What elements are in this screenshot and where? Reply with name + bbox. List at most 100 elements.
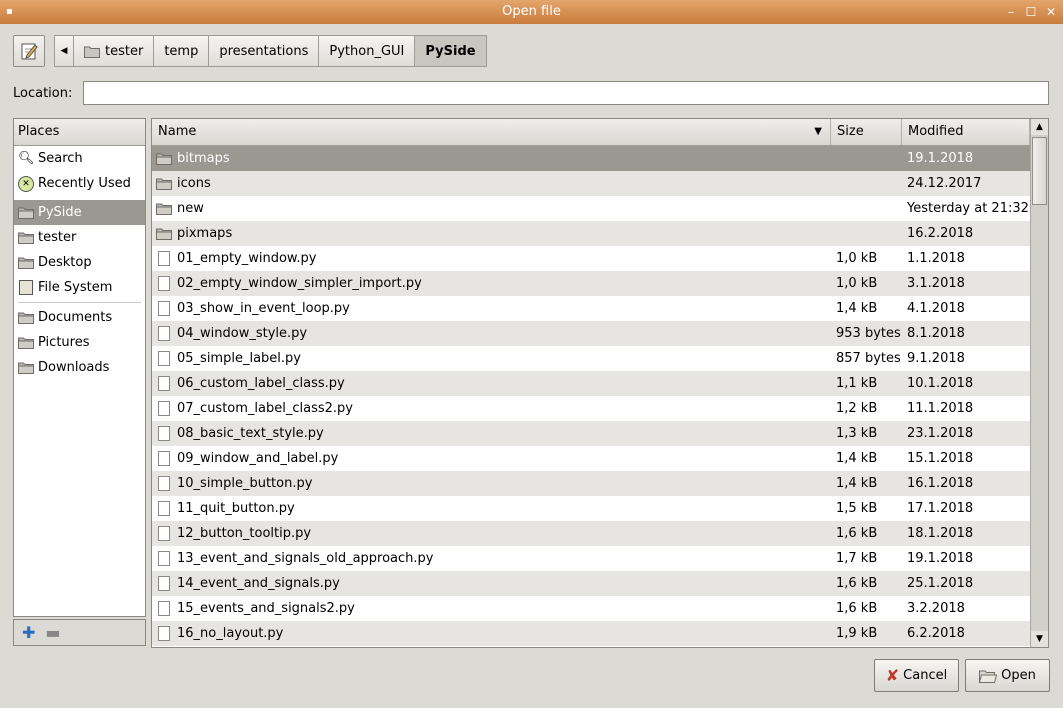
document-icon bbox=[158, 576, 170, 591]
column-modified-header[interactable]: Modified bbox=[902, 119, 1030, 145]
drive-icon bbox=[19, 280, 33, 295]
places-header[interactable]: Places bbox=[14, 119, 145, 146]
folder-row[interactable]: bitmaps 19.1.2018 bbox=[152, 146, 1030, 171]
file-row[interactable]: 09_window_and_label.py 1,4 kB 15.1.2018 bbox=[152, 446, 1030, 471]
column-name-header[interactable]: Name ▼ bbox=[152, 119, 831, 145]
window-menu-icon[interactable]: ▪ bbox=[6, 0, 13, 24]
crumb-tester[interactable]: tester bbox=[73, 35, 155, 67]
place-recently-used[interactable]: ✕ Recently Used bbox=[14, 171, 145, 196]
cell-modified: 1.1.2018 bbox=[907, 251, 965, 266]
file-row[interactable]: 06_custom_label_class.py 1,1 kB 10.1.2018 bbox=[152, 371, 1030, 396]
scrollbar-thumb[interactable] bbox=[1032, 137, 1047, 205]
place-label: Desktop bbox=[38, 255, 92, 270]
cell-size bbox=[831, 196, 902, 221]
place-file-system[interactable]: File System bbox=[14, 275, 145, 300]
place-search[interactable]: 🔍︎ Search bbox=[14, 146, 145, 171]
file-row[interactable]: 15_events_and_signals2.py 1,6 kB 3.2.2018 bbox=[152, 596, 1030, 621]
add-bookmark-icon[interactable]: ✚ bbox=[22, 623, 35, 642]
scroll-down-icon[interactable]: ▼ bbox=[1031, 631, 1048, 647]
minimize-icon[interactable]: – bbox=[1005, 0, 1017, 24]
place-desktop[interactable]: Desktop bbox=[14, 250, 145, 275]
crumb-pyside[interactable]: PySide bbox=[414, 35, 487, 67]
place-documents[interactable]: Documents bbox=[14, 305, 145, 330]
column-size-header[interactable]: Size bbox=[831, 119, 902, 145]
file-name: bitmaps bbox=[177, 151, 230, 166]
place-downloads[interactable]: Downloads bbox=[14, 355, 145, 380]
cell-name: 01_empty_window.py bbox=[152, 246, 831, 271]
cell-modified: 4.1.2018 bbox=[907, 301, 965, 316]
type-location-button[interactable] bbox=[13, 35, 45, 67]
cell-modified: 23.1.2018 bbox=[907, 426, 974, 441]
folder-row[interactable]: new Yesterday at 21:32 bbox=[152, 196, 1030, 221]
folder-icon bbox=[18, 232, 34, 244]
sort-down-icon: ▼ bbox=[814, 126, 822, 137]
file-name: 04_window_style.py bbox=[177, 326, 308, 341]
folder-row[interactable]: icons 24.12.2017 bbox=[152, 171, 1030, 196]
vertical-scrollbar[interactable]: ▲ ▼ bbox=[1030, 119, 1048, 647]
maximize-icon[interactable]: ☐ bbox=[1025, 0, 1037, 24]
folder-icon bbox=[156, 203, 172, 215]
folder-icon bbox=[84, 46, 100, 58]
open-label: Open bbox=[1001, 668, 1036, 683]
file-row[interactable]: 13_event_and_signals_old_approach.py 1,7 … bbox=[152, 546, 1030, 571]
document-icon bbox=[158, 551, 170, 566]
file-row[interactable]: 03_show_in_event_loop.py 1,4 kB 4.1.2018 bbox=[152, 296, 1030, 321]
folder-icon bbox=[18, 207, 34, 219]
crumb-label: temp bbox=[164, 43, 199, 59]
folder-row[interactable]: pixmaps 16.2.2018 bbox=[152, 221, 1030, 246]
cell-modified: 18.1.2018 bbox=[907, 526, 974, 541]
cell-size: 1,4 kB bbox=[836, 451, 878, 466]
document-icon bbox=[158, 326, 170, 341]
cell-name: 03_show_in_event_loop.py bbox=[152, 296, 831, 321]
arrow-left-icon: ◀ bbox=[60, 46, 68, 56]
cell-modified: 15.1.2018 bbox=[907, 451, 974, 466]
clock-icon: ✕ bbox=[18, 175, 34, 192]
place-label: tester bbox=[38, 230, 77, 245]
crumb-presentations[interactable]: presentations bbox=[208, 35, 320, 67]
cell-modified: 6.2.2018 bbox=[907, 626, 965, 641]
cell-size: 1,3 kB bbox=[836, 426, 878, 441]
file-row[interactable]: 10_simple_button.py 1,4 kB 16.1.2018 bbox=[152, 471, 1030, 496]
places-panel: Places 🔍︎ Search ✕ Recently Used PySide teste… bbox=[13, 118, 146, 617]
cell-size: 1,6 kB bbox=[836, 601, 878, 616]
scroll-up-icon[interactable]: ▲ bbox=[1031, 119, 1048, 135]
file-row[interactable]: 12_button_tooltip.py 1,6 kB 18.1.2018 bbox=[152, 521, 1030, 546]
crumb-label: presentations bbox=[219, 43, 309, 59]
document-icon bbox=[158, 276, 170, 291]
crumb-python-gui[interactable]: Python_GUI bbox=[318, 35, 416, 67]
file-row[interactable]: 14_event_and_signals.py 1,6 kB 25.1.2018 bbox=[152, 571, 1030, 596]
folder-icon bbox=[18, 362, 34, 374]
file-row[interactable]: 01_empty_window.py 1,0 kB 1.1.2018 bbox=[152, 246, 1030, 271]
cell-modified: 3.1.2018 bbox=[907, 276, 965, 291]
file-row[interactable]: 11_quit_button.py 1,5 kB 17.1.2018 bbox=[152, 496, 1030, 521]
file-row[interactable]: 05_simple_label.py 857 bytes 9.1.2018 bbox=[152, 346, 1030, 371]
cell-name: 11_quit_button.py bbox=[152, 496, 831, 521]
folder-icon bbox=[156, 153, 172, 165]
file-row[interactable]: 07_custom_label_class2.py 1,2 kB 11.1.2018 bbox=[152, 396, 1030, 421]
file-row[interactable]: 08_basic_text_style.py 1,3 kB 23.1.2018 bbox=[152, 421, 1030, 446]
column-modified-label: Modified bbox=[908, 124, 964, 139]
close-icon[interactable]: ✕ bbox=[1045, 0, 1057, 24]
file-name: 02_empty_window_simpler_import.py bbox=[177, 276, 422, 291]
cell-modified: Yesterday at 21:32 bbox=[907, 201, 1029, 216]
cancel-button[interactable]: ✘ Cancel bbox=[874, 659, 959, 692]
file-row[interactable]: 04_window_style.py 953 bytes 8.1.2018 bbox=[152, 321, 1030, 346]
location-input[interactable] bbox=[83, 81, 1049, 105]
place-tester[interactable]: tester bbox=[14, 225, 145, 250]
open-button[interactable]: Open bbox=[965, 659, 1050, 692]
cell-modified: 25.1.2018 bbox=[907, 576, 974, 591]
place-pictures[interactable]: Pictures bbox=[14, 330, 145, 355]
folder-icon bbox=[156, 228, 172, 240]
crumb-temp[interactable]: temp bbox=[153, 35, 210, 67]
remove-bookmark-icon[interactable]: ▬ bbox=[45, 623, 60, 642]
file-name: 08_basic_text_style.py bbox=[177, 426, 324, 441]
document-icon bbox=[158, 451, 170, 466]
cell-name: pixmaps bbox=[152, 221, 831, 246]
cell-modified: 8.1.2018 bbox=[907, 326, 965, 341]
file-row[interactable]: 02_empty_window_simpler_import.py 1,0 kB 3… bbox=[152, 271, 1030, 296]
path-scroll-left-button[interactable]: ◀ bbox=[54, 35, 74, 67]
file-row[interactable]: 16_no_layout.py 1,9 kB 6.2.2018 bbox=[152, 621, 1030, 646]
file-name: new bbox=[177, 201, 204, 216]
file-name: 13_event_and_signals_old_approach.py bbox=[177, 551, 434, 566]
place-pyside[interactable]: PySide bbox=[14, 200, 145, 225]
